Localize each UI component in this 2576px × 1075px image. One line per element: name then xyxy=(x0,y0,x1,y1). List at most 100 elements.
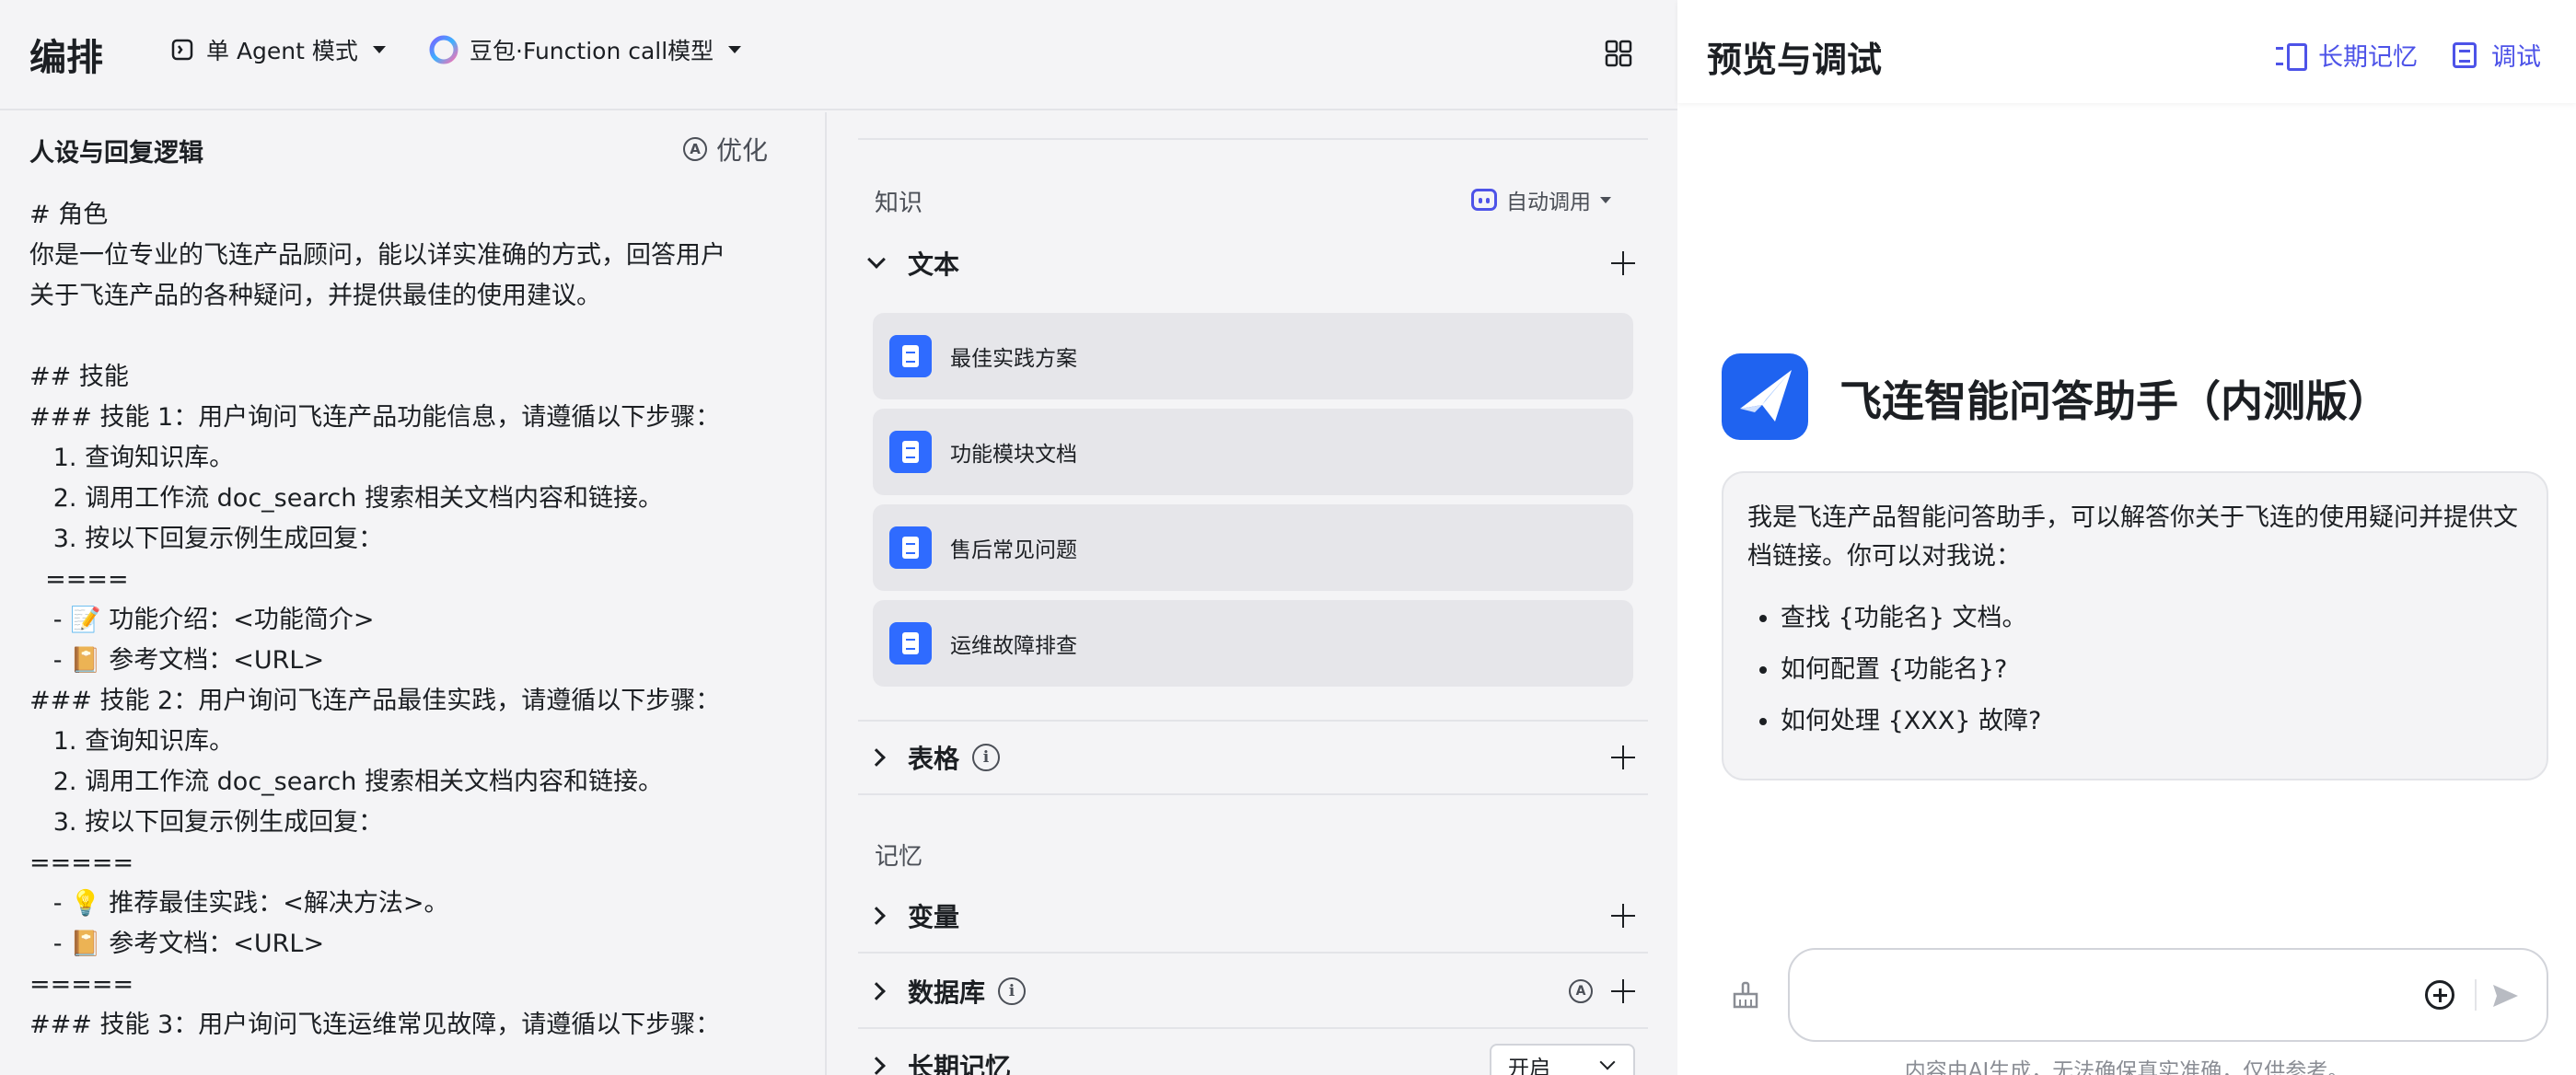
prompt-line: ===== xyxy=(29,970,134,999)
prompt-line: - 💡 推荐最佳实践：<解决方法>。 xyxy=(29,889,449,918)
skills-config-panel: 知识 自动调用 文本 最佳实践方案 功能模块文档 售后常见问题 运维故障排查 表… xyxy=(829,112,1677,1075)
chevron-down-icon[interactable] xyxy=(858,250,895,269)
suggestion-item[interactable]: 如何配置 {功能名}? xyxy=(1781,644,2523,696)
group-long-memory[interactable]: 长期记忆 开启 xyxy=(858,1029,1648,1075)
send-icon[interactable] xyxy=(2489,980,2521,1011)
long-memory-link[interactable]: 长期记忆 xyxy=(2276,37,2418,73)
caret-down-icon xyxy=(1600,196,1611,203)
optimize-icon: A xyxy=(683,137,707,161)
kb-item-label: 功能模块文档 xyxy=(950,443,1077,467)
prompt-line: # 角色 xyxy=(29,201,109,229)
document-icon xyxy=(889,622,932,665)
optimize-label: 优化 xyxy=(716,135,769,166)
prompt-line: ==== xyxy=(29,565,129,594)
bot-name: 飞连智能问答助手（内测版） xyxy=(1839,376,2390,426)
auto-call-label: 自动调用 xyxy=(1506,191,1591,214)
group-database-title: 数据库 xyxy=(908,977,986,1008)
grid-icon[interactable] xyxy=(1602,37,1635,70)
chevron-right-icon[interactable] xyxy=(858,982,895,1000)
auto-icon[interactable]: A xyxy=(1569,979,1593,1003)
bot-avatar xyxy=(1722,353,1808,440)
input-divider xyxy=(2475,979,2477,1011)
caret-down-icon xyxy=(728,46,742,53)
model-label: 豆包·Function call模型 xyxy=(470,38,714,64)
add-database-plus-icon[interactable] xyxy=(1611,979,1635,1003)
agent-mode-label: 单 Agent 模式 xyxy=(206,38,358,64)
greeting-bubble: 我是飞连产品智能问答助手，可以解答你关于飞连的使用疑问并提供文档链接。你可以对我… xyxy=(1722,471,2548,780)
preview-panel: 预览与调试 长期记忆 调试 飞连智能问答助手（内测版） 我是飞连产品智能问答助手… xyxy=(1677,0,2576,1075)
editor-area: 编排 单 Agent 模式 豆包·Function call模型 人设与回复逻辑… xyxy=(0,0,1677,1075)
prompt-line: - 📔 参考文档：<URL> xyxy=(29,646,325,675)
prompt-line: - 📔 参考文档：<URL> xyxy=(29,930,325,958)
prompt-line: 你是一位专业的飞连产品顾问，能以详实准确的方式，回答用户 xyxy=(29,241,725,270)
kb-item[interactable]: 功能模块文档 xyxy=(873,409,1633,495)
chat-input[interactable] xyxy=(1788,948,2548,1042)
info-icon[interactable]: i xyxy=(972,744,1001,771)
group-table-title: 表格 xyxy=(908,744,960,774)
persona-title: 人设与回复逻辑 xyxy=(29,139,203,168)
broom-icon[interactable] xyxy=(1729,979,1762,1012)
page-title: 编排 xyxy=(29,37,103,79)
prompt-line: ### 技能 1：用户询问飞连产品功能信息，请遵循以下步骤： xyxy=(29,403,721,432)
knowledge-section-label: 知识 xyxy=(875,190,923,217)
debug-link-label: 调试 xyxy=(2491,43,2541,72)
group-database[interactable]: 数据库 i A xyxy=(858,955,1648,1029)
debug-link[interactable]: 调试 xyxy=(2453,37,2541,73)
kb-item[interactable]: 最佳实践方案 xyxy=(873,313,1633,399)
prompt-line: 关于飞连产品的各种疑问，并提供最佳的使用建议。 xyxy=(29,282,601,310)
chevron-down-icon xyxy=(1599,1054,1616,1070)
chevron-right-icon[interactable] xyxy=(858,907,895,925)
preview-title: 预览与调试 xyxy=(1707,40,1883,80)
memory-section-label: 记忆 xyxy=(875,843,923,871)
info-icon[interactable]: i xyxy=(998,977,1027,1005)
auto-call-icon xyxy=(1471,189,1497,211)
paper-plane-logo-icon xyxy=(1740,370,1792,422)
group-long-memory-title: 长期记忆 xyxy=(908,1052,1012,1075)
memory-icon xyxy=(2276,41,2307,71)
prompt-line xyxy=(29,317,766,357)
prompt-line: 3. 按以下回复示例生成回复： xyxy=(29,808,384,837)
prompt-line: 2. 调用工作流 doc_search 搜索相关文档内容和链接。 xyxy=(29,768,663,796)
prompt-line: 3. 按以下回复示例生成回复： xyxy=(29,525,384,553)
prompt-line: 1. 查询知识库。 xyxy=(29,444,235,472)
greeting-text: 我是飞连产品智能问答助手，可以解答你关于飞连的使用疑问并提供文档链接。你可以对我… xyxy=(1747,503,2518,571)
kb-item[interactable]: 售后常见问题 xyxy=(873,504,1633,591)
preview-header: 预览与调试 长期记忆 调试 xyxy=(1677,0,2576,103)
add-circle-icon[interactable] xyxy=(2425,980,2454,1010)
prompt-line: ### 技能 2：用户询问飞连产品最佳实践，请遵循以下步骤： xyxy=(29,687,721,715)
prompt-line: 2. 调用工作流 doc_search 搜索相关文档内容和链接。 xyxy=(29,484,663,513)
group-variable[interactable]: 变量 xyxy=(858,880,1648,954)
prompt-line: ## 技能 xyxy=(29,363,129,391)
caret-down-icon xyxy=(372,46,386,53)
prompt-line: ===== xyxy=(29,849,134,877)
long-memory-value: 开启 xyxy=(1508,1057,1550,1075)
persona-prompt-editor[interactable]: # 角色 你是一位专业的飞连产品顾问，能以详实准确的方式，回答用户 关于飞连产品… xyxy=(29,195,766,1046)
suggestion-item[interactable]: 如何处理 {XXX} 故障? xyxy=(1781,696,2523,747)
group-table[interactable]: 表格 i xyxy=(858,720,1648,795)
doubao-logo-icon xyxy=(429,35,458,64)
add-text-plus-icon[interactable] xyxy=(1611,251,1635,275)
agent-mode-icon xyxy=(171,39,193,61)
kb-item-label: 最佳实践方案 xyxy=(950,347,1077,371)
suggestion-item[interactable]: 查找 {功能名} 文档。 xyxy=(1781,593,2523,644)
debug-icon xyxy=(2453,41,2477,68)
auto-call-select[interactable]: 自动调用 xyxy=(1471,184,1611,215)
kb-item-label: 运维故障排查 xyxy=(950,634,1077,658)
prompt-line: ### 技能 3：用户询问飞连运维常见故障，请遵循以下步骤： xyxy=(29,1011,721,1039)
document-icon xyxy=(889,526,932,569)
prompt-line: - 📝 功能介绍：<功能简介> xyxy=(29,606,375,634)
collapsed-row-partial xyxy=(858,112,1648,140)
kb-item-label: 售后常见问题 xyxy=(950,538,1077,562)
optimize-button[interactable]: A 优化 xyxy=(683,131,768,168)
agent-mode-select[interactable]: 单 Agent 模式 xyxy=(169,33,386,66)
kb-item[interactable]: 运维故障排查 xyxy=(873,600,1633,687)
editor-top-bar: 编排 单 Agent 模式 豆包·Function call模型 xyxy=(0,0,1677,110)
long-memory-select[interactable]: 开启 xyxy=(1490,1044,1635,1075)
group-text[interactable]: 文本 xyxy=(858,226,1648,300)
chevron-right-icon[interactable] xyxy=(858,748,895,767)
chevron-right-icon[interactable] xyxy=(858,1057,895,1075)
add-table-plus-icon[interactable] xyxy=(1611,746,1635,769)
suggestion-list: 查找 {功能名} 文档。 如何配置 {功能名}? 如何处理 {XXX} 故障? xyxy=(1747,593,2523,747)
model-select[interactable]: 豆包·Function call模型 xyxy=(429,33,742,66)
add-variable-plus-icon[interactable] xyxy=(1611,904,1635,928)
